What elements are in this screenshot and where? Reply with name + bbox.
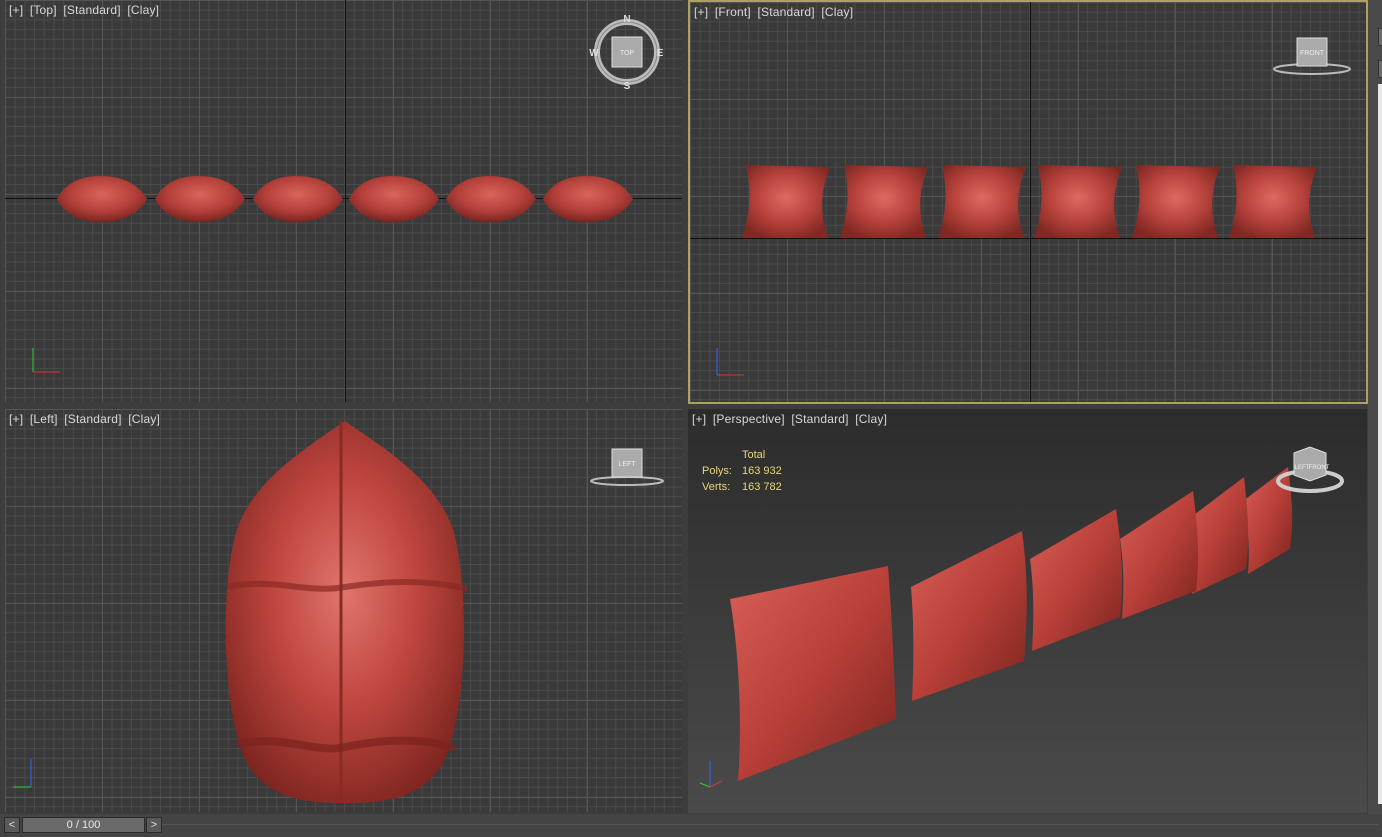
viewport-view-name[interactable]: [Top] [30,3,57,17]
viewport-perspective[interactable]: [+] [Perspective] [Standard] [Clay] Tota… [688,409,1367,813]
stats-polys-value: 163 932 [742,465,782,477]
left-view-scene: LEFT [13,421,664,803]
scene-statistics: Total Polys: 163 932 Verts: 163 782 [702,447,782,495]
front-view-scene: FRONT [716,37,1351,376]
compass-east-label: E [657,48,664,59]
front-pillow-6[interactable] [1229,165,1317,238]
left-pillow[interactable] [225,421,468,803]
viewport-shading-mode[interactable]: [Standard] [64,412,121,426]
viewport-shading-mode[interactable]: [Standard] [757,5,814,19]
viewport-top-label[interactable]: [+] [Top] [Standard] [Clay] [9,3,162,17]
viewport-front[interactable]: [+] [Front] [Standard] [Clay] FRONT [688,0,1368,404]
compass-west-label: W [589,48,599,59]
top-pillow-2[interactable] [155,176,245,222]
panel-content-edge [1378,84,1382,804]
front-pillow-1[interactable] [742,165,830,238]
viewport-menu-plus[interactable]: [+] [692,412,706,426]
viewport-shading-mode[interactable]: [Standard] [791,412,848,426]
axis-tripod-icon [13,759,32,788]
viewport-menu-plus[interactable]: [+] [9,412,23,426]
viewport-material-mode[interactable]: [Clay] [128,412,160,426]
top-view-scene: TOP N S E W [32,14,664,373]
axis-tripod-icon [32,348,60,373]
front-pillow-4[interactable] [1034,165,1122,238]
viewport-menu-plus[interactable]: [+] [694,5,708,19]
front-pillow-3[interactable] [938,165,1026,238]
time-slider-bar: < 0 / 100 > [0,814,1382,837]
viewcube-face-label: TOP [620,50,635,57]
viewcube-face-label: LEFT [618,461,636,468]
stats-polys-label: Polys: [702,465,732,477]
compass-south-label: S [624,81,631,92]
front-pillow-2[interactable] [840,165,928,238]
viewport-left[interactable]: [+] [Left] [Standard] [Clay] LEFT [5,409,682,812]
perspective-pillow-3[interactable] [1030,509,1123,651]
viewport-menu-plus[interactable]: [+] [9,3,23,17]
axis-tripod-icon [699,761,723,788]
top-pillow-5[interactable] [446,176,536,222]
perspective-pillow-6[interactable] [1243,467,1293,574]
viewport-material-mode[interactable]: [Clay] [855,412,887,426]
viewport-left-label[interactable]: [+] [Left] [Standard] [Clay] [9,412,163,426]
compass-north-label: N [623,14,630,25]
viewport-top[interactable]: [+] [Top] [Standard] [Clay] TOP N S E W [5,0,682,402]
time-prev-button[interactable]: < [4,817,20,833]
viewport-front-label[interactable]: [+] [Front] [Standard] [Clay] [694,5,856,19]
time-track[interactable] [162,824,1378,825]
stats-verts-value: 163 782 [742,481,782,493]
viewport-view-name[interactable]: [Perspective] [713,412,785,426]
perspective-pillow-4[interactable] [1120,491,1199,619]
viewport-perspective-label[interactable]: [+] [Perspective] [Standard] [Clay] [692,412,890,426]
top-pillow-4[interactable] [349,176,439,222]
front-pillow-5[interactable] [1132,165,1220,238]
command-panel-edge [1368,0,1382,814]
perspective-view-scene: LEFT FRONT [699,446,1344,788]
axis-tripod-icon [716,348,744,376]
time-slider[interactable]: 0 / 100 [22,817,145,833]
stats-verts-label: Verts: [702,481,731,493]
viewport-material-mode[interactable]: [Clay] [821,5,853,19]
viewport-material-mode[interactable]: [Clay] [127,3,159,17]
viewport-shading-mode[interactable]: [Standard] [63,3,120,17]
viewport-view-name[interactable]: [Front] [715,5,751,19]
viewcube-face-label: FRONT [1300,50,1325,57]
perspective-pillow-2[interactable] [911,531,1027,701]
top-pillow-3[interactable] [253,176,343,222]
viewcube-face-label-2: FRONT [1309,465,1330,471]
perspective-pillow-1[interactable] [730,566,896,781]
time-next-button[interactable]: > [146,817,162,833]
top-pillow-1[interactable] [57,176,147,222]
stats-header: Total [742,449,766,461]
viewport-view-name[interactable]: [Left] [30,412,58,426]
panel-tab-button[interactable] [1378,60,1382,78]
top-pillow-6[interactable] [543,176,633,222]
viewcube-face-label: LEFT [1295,465,1310,471]
panel-tab-button[interactable] [1378,28,1382,46]
